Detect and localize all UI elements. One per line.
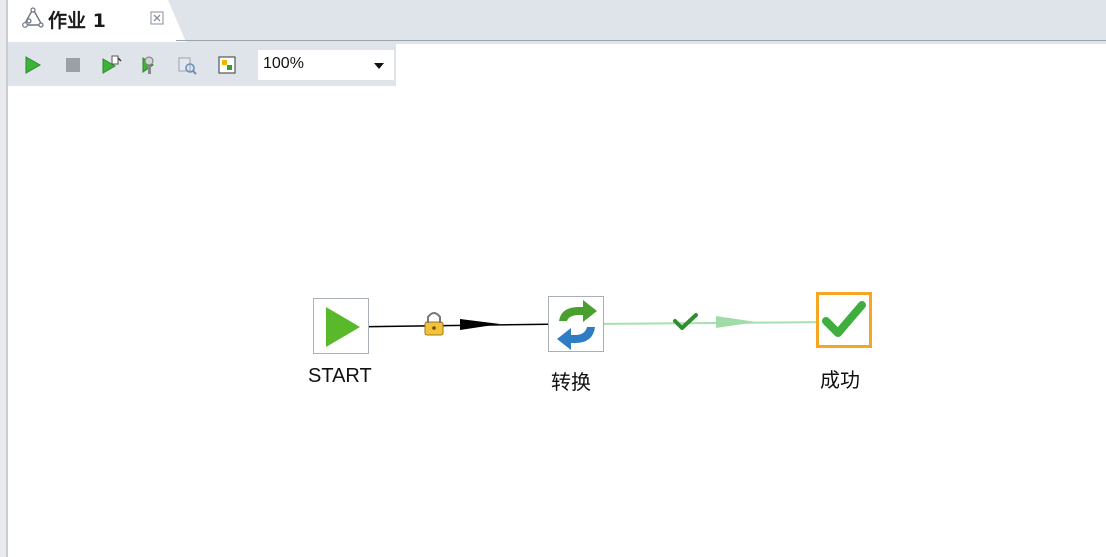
tab-job-1[interactable]: 作业 1: [8, 0, 186, 42]
hop-transformation-to-success[interactable]: [581, 316, 839, 328]
node-success-box[interactable]: [816, 292, 872, 348]
explorer-icon[interactable]: [216, 54, 238, 76]
left-gutter: [0, 0, 8, 557]
node-start-label: START: [308, 365, 372, 387]
zoom-value: 100%: [263, 55, 304, 72]
node-success-label: 成功: [820, 370, 860, 392]
node-success[interactable]: 成功: [816, 292, 876, 392]
zoom-dropdown[interactable]: 100%: [258, 50, 394, 80]
transformation-icon: [557, 300, 597, 350]
preview-icon[interactable]: [100, 54, 122, 76]
node-transformation-label: 转换: [551, 372, 591, 394]
node-transformation-box[interactable]: [548, 296, 604, 352]
check-icon: [673, 313, 698, 330]
tab-strip-divider: [176, 40, 1106, 41]
job-toolbar: 100%: [8, 44, 1106, 86]
close-icon[interactable]: [150, 11, 164, 25]
job-icon: [22, 7, 44, 28]
editor-tab-strip: 作业 1: [8, 0, 1106, 44]
node-start[interactable]: START: [308, 298, 373, 387]
start-play-icon: [326, 307, 360, 347]
success-check-icon: [822, 301, 866, 337]
stop-icon[interactable]: [62, 54, 84, 76]
job-canvas[interactable]: START 转换 成功: [8, 86, 1106, 557]
tab-title: 作业 1: [48, 10, 106, 32]
node-transformation[interactable]: 转换: [548, 296, 608, 394]
sql-icon[interactable]: [176, 54, 198, 76]
hop-start-to-transformation[interactable]: [343, 319, 569, 330]
chevron-down-icon[interactable]: [374, 63, 384, 69]
node-start-box[interactable]: [313, 298, 369, 354]
run-icon[interactable]: [22, 54, 44, 76]
verify-icon[interactable]: [138, 54, 160, 76]
lock-icon: [424, 312, 444, 336]
